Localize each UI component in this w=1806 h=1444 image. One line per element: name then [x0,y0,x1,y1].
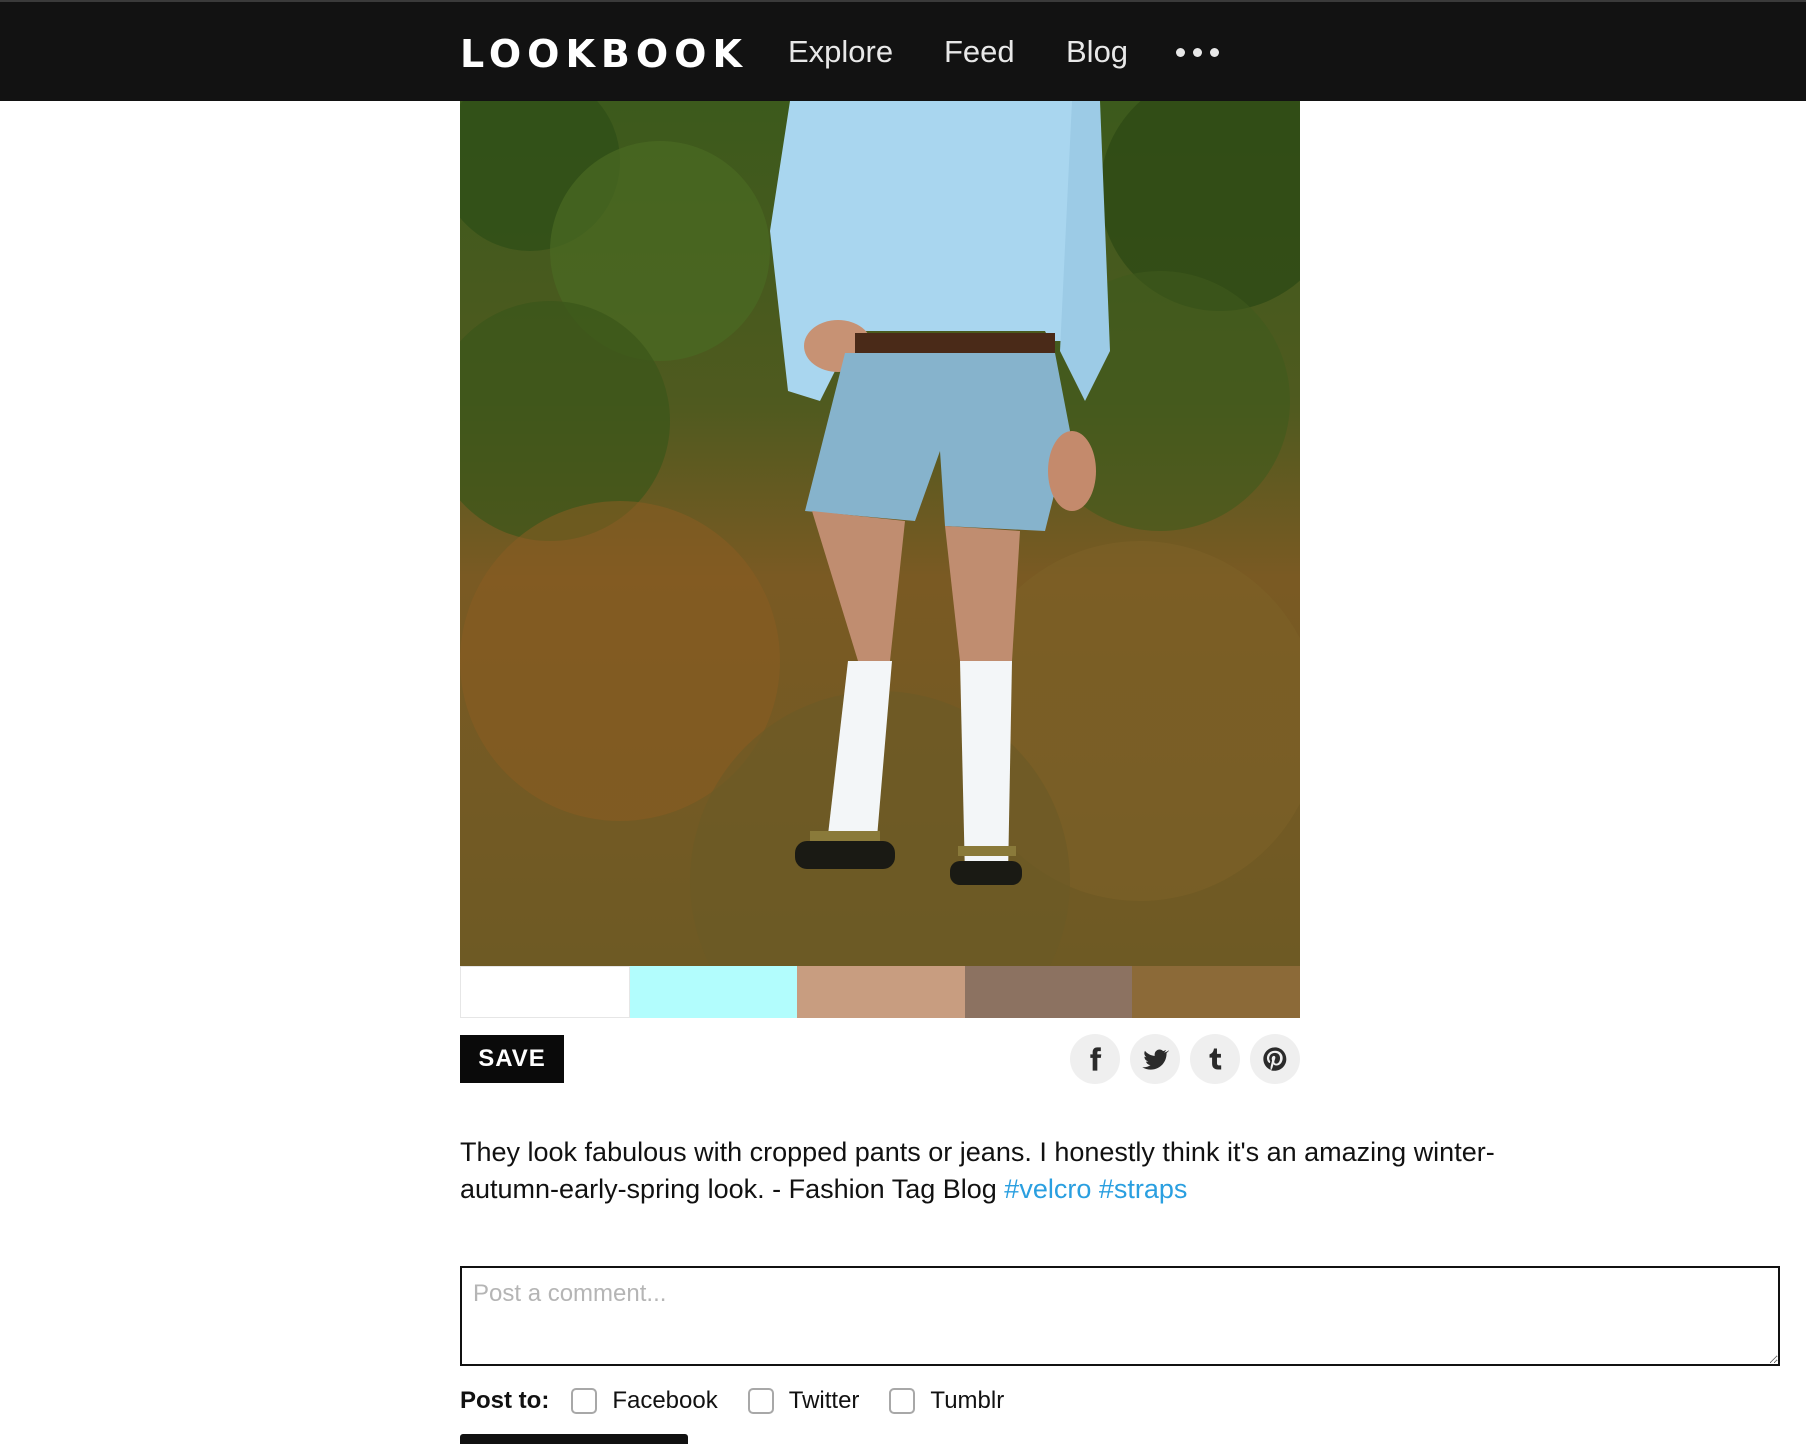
look-photo[interactable] [460,101,1300,966]
facebook-icon [1090,1047,1102,1071]
tumblr-option-label: Tumblr [930,1387,1005,1414]
color-swatch[interactable] [797,966,965,1018]
look-photo-illustration [460,101,1300,966]
comment-input[interactable] [460,1266,1780,1366]
post-to-twitter[interactable]: Twitter [747,1387,860,1415]
post-comment-button[interactable] [460,1434,688,1444]
site-logo[interactable]: LOOKBOOK [460,32,748,76]
color-swatch[interactable] [629,966,798,1018]
color-swatch[interactable] [460,966,630,1018]
color-swatch[interactable] [1132,966,1300,1018]
description-text: They look fabulous with cropped pants or… [460,1137,1495,1204]
tumblr-checkbox[interactable] [889,1388,916,1414]
nav-blog[interactable]: Blog [1066,34,1128,70]
top-navigation-bar: LOOKBOOK Explore Feed Blog [0,0,1806,101]
facebook-option-label: Facebook [612,1387,718,1414]
share-pinterest-button[interactable] [1250,1034,1300,1084]
pinterest-icon [1263,1047,1287,1071]
share-facebook-button[interactable] [1070,1034,1120,1084]
post-to-tumblr[interactable]: Tumblr [889,1387,1004,1415]
post-to-options: Post to: Facebook Twitter Tumblr [460,1387,1034,1415]
tumblr-icon [1209,1048,1222,1070]
post-to-facebook[interactable]: Facebook [571,1387,718,1415]
post-to-label: Post to: [460,1387,550,1414]
save-button[interactable]: SAVE [460,1035,564,1083]
hashtag-straps[interactable]: #straps [1099,1174,1188,1204]
share-twitter-button[interactable] [1130,1034,1180,1084]
share-tumblr-button[interactable] [1190,1034,1240,1084]
facebook-checkbox[interactable] [571,1388,598,1414]
hashtag-velcro[interactable]: #velcro [1004,1174,1091,1204]
twitter-icon [1142,1049,1169,1070]
color-swatch[interactable] [964,966,1133,1018]
nav-feed[interactable]: Feed [944,34,1015,70]
twitter-option-label: Twitter [788,1387,860,1414]
twitter-checkbox[interactable] [747,1388,774,1414]
look-description: They look fabulous with cropped pants or… [460,1134,1540,1208]
color-palette [460,966,1300,1018]
nav-explore[interactable]: Explore [788,34,893,70]
more-dots-icon[interactable] [1176,48,1220,58]
